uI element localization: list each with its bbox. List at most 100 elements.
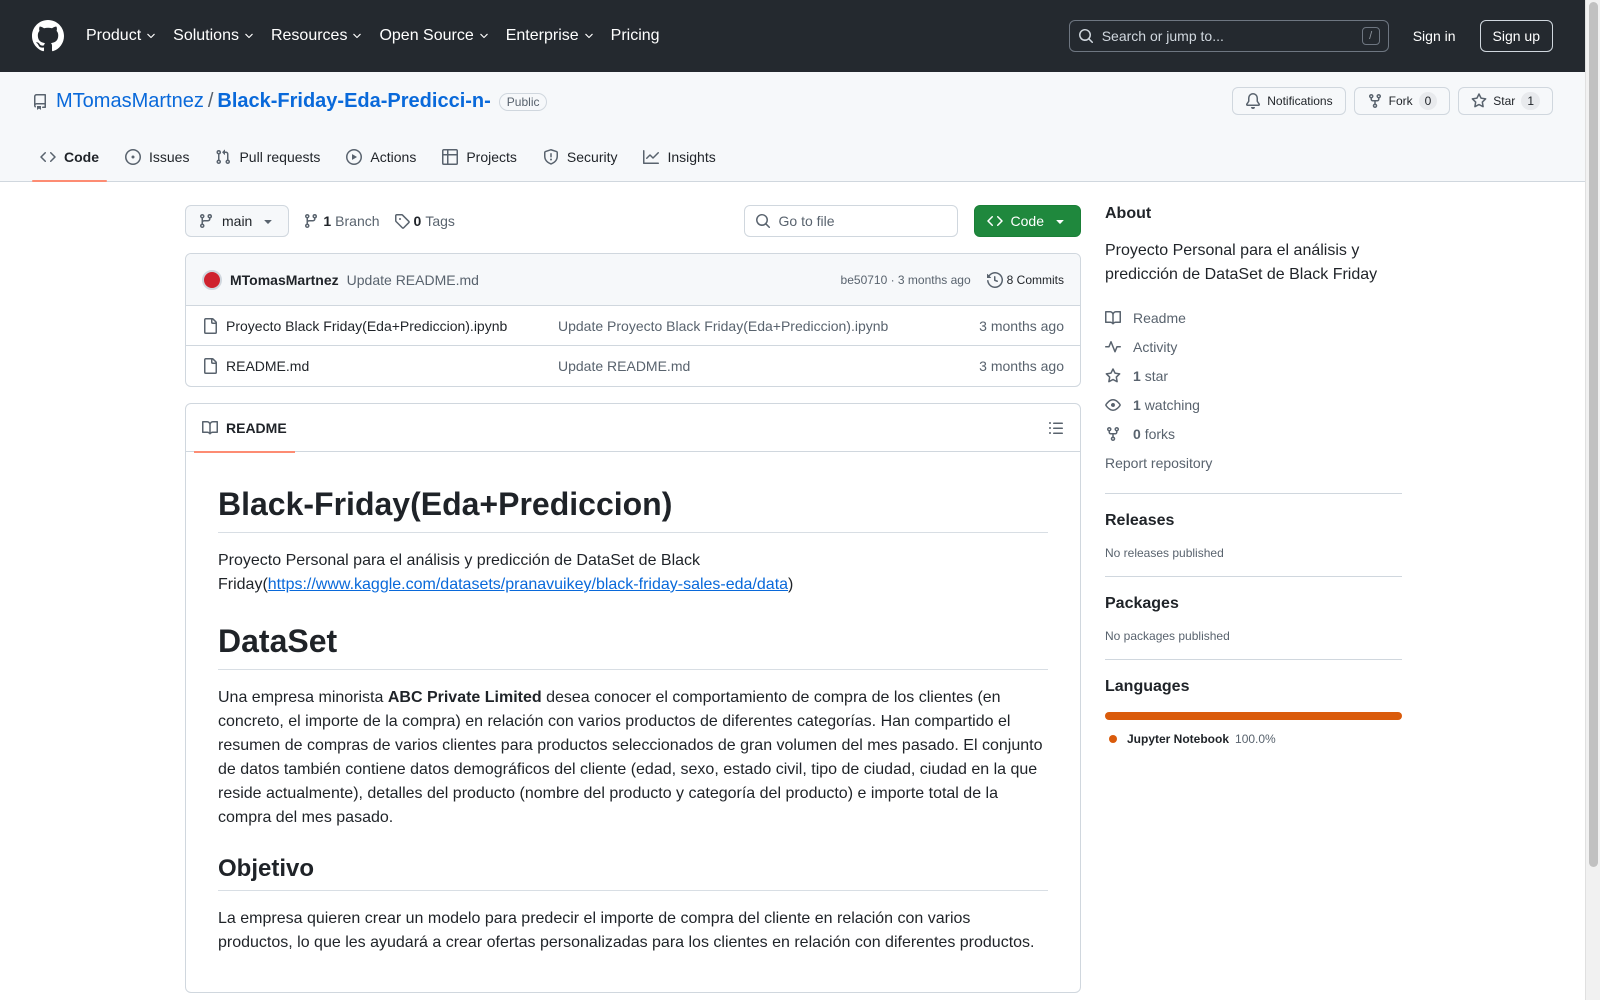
- repo-owner-link[interactable]: MTomasMartnez: [56, 90, 204, 113]
- readme-tab-label: README: [226, 419, 287, 436]
- file-commit-message[interactable]: Update README.md: [558, 358, 979, 374]
- code-dropdown-button[interactable]: Code: [973, 205, 1081, 237]
- file-row[interactable]: README.md Update README.md 3 months ago: [186, 346, 1080, 386]
- language-percent: 100.0%: [1235, 732, 1276, 746]
- nav-enterprise[interactable]: Enterprise: [506, 27, 595, 45]
- fork-label: Fork: [1388, 94, 1413, 108]
- file-name[interactable]: README.md: [226, 358, 558, 374]
- search-input[interactable]: Search or jump to... /: [1068, 20, 1389, 52]
- bell-icon: [1246, 93, 1261, 109]
- file-name[interactable]: Proyecto Black Friday(Eda+Prediccion).ip…: [226, 318, 558, 334]
- nav-resources[interactable]: Resources: [271, 27, 363, 45]
- stars-label: star: [1144, 367, 1169, 384]
- report-repository-link[interactable]: Report repository: [1105, 448, 1402, 477]
- branches-link[interactable]: 1 Branch: [303, 213, 380, 229]
- releases-title[interactable]: Releases: [1105, 512, 1402, 530]
- avatar[interactable]: [202, 269, 222, 290]
- nav-pricing[interactable]: Pricing: [611, 27, 660, 45]
- stars-link[interactable]: 1 star: [1105, 361, 1402, 390]
- search-icon: [755, 214, 770, 229]
- tag-count: 0: [413, 213, 422, 229]
- nav-solutions[interactable]: Solutions: [173, 27, 255, 45]
- tab-issues-label: Issues: [149, 149, 190, 165]
- commits-history-link[interactable]: 8 Commits: [986, 271, 1064, 288]
- github-logo-icon[interactable]: [32, 20, 64, 52]
- issue-icon: [125, 149, 141, 165]
- language-item[interactable]: Jupyter Notebook 100.0%: [1105, 732, 1402, 746]
- star-button[interactable]: Star 1: [1458, 87, 1553, 115]
- shield-icon: [543, 149, 558, 165]
- file-listing: MTomasMartnez Update README.md be50710 ·…: [185, 253, 1081, 387]
- forks-count: 0: [1133, 425, 1141, 442]
- fork-button[interactable]: Fork 0: [1353, 87, 1451, 115]
- notifications-button[interactable]: Notifications: [1232, 87, 1346, 115]
- nav-pricing-label: Pricing: [610, 27, 660, 44]
- chevron-down-icon: [584, 33, 593, 39]
- about-title: About: [1105, 205, 1152, 222]
- tab-code-label: Code: [64, 149, 99, 165]
- nav-product[interactable]: Product: [86, 27, 157, 45]
- fork-icon: [1107, 426, 1119, 441]
- tab-pull-requests[interactable]: Pull requests: [207, 133, 328, 181]
- scrollbar-thumb[interactable]: [1589, 2, 1598, 867]
- go-to-file-placeholder: Go to file: [778, 213, 835, 229]
- readme-link-label: Readme: [1133, 309, 1186, 326]
- readme-title: Black-Friday(Eda+Prediccion): [218, 484, 1048, 533]
- page-scrollbar[interactable]: [1585, 0, 1600, 1000]
- tags-link[interactable]: 0 Tags: [394, 213, 455, 229]
- language-bar: [1105, 712, 1402, 720]
- kaggle-dataset-link[interactable]: https://www.kaggle.com/datasets/pranavui…: [268, 576, 788, 593]
- activity-link[interactable]: Activity: [1105, 332, 1402, 361]
- tab-insights[interactable]: Insights: [635, 133, 723, 181]
- commits-count-label: 8 Commits: [1006, 272, 1064, 287]
- tab-security[interactable]: Security: [535, 133, 626, 181]
- sign-up-button[interactable]: Sign up: [1479, 20, 1553, 52]
- branch-label: Branch: [335, 213, 380, 229]
- readme-tab[interactable]: README: [194, 404, 295, 453]
- repo-title: MTomasMartnez / Black-Friday-Eda-Predicc…: [32, 90, 548, 113]
- branch-name: main: [222, 213, 253, 229]
- outline-button[interactable]: [1040, 412, 1072, 444]
- main-nav: Product Solutions Resources Open Source …: [86, 27, 676, 45]
- file-row[interactable]: Proyecto Black Friday(Eda+Prediccion).ip…: [186, 306, 1080, 346]
- releases-empty: No releases published: [1105, 546, 1224, 560]
- packages-title[interactable]: Packages: [1105, 595, 1402, 613]
- nav-open-source[interactable]: Open Source: [379, 27, 489, 45]
- file-commit-message[interactable]: Update Proyecto Black Friday(Eda+Predicc…: [558, 318, 979, 334]
- repo-tabs: Code Issues Pull requests Actions Projec…: [32, 133, 734, 182]
- tab-actions[interactable]: Actions: [338, 133, 424, 181]
- branch-selector[interactable]: main: [185, 205, 290, 237]
- repo-sidebar: About Proyecto Personal para el análisis…: [1105, 205, 1402, 746]
- eye-icon: [1105, 398, 1121, 411]
- tab-projects[interactable]: Projects: [434, 133, 525, 181]
- caret-down-icon: [264, 220, 273, 224]
- company-name: ABC Private Limited: [387, 689, 542, 706]
- tab-issues[interactable]: Issues: [117, 133, 197, 181]
- watchers-link[interactable]: 1 watching: [1105, 390, 1402, 419]
- chevron-down-icon: [245, 33, 253, 39]
- graph-icon: [643, 150, 660, 164]
- go-to-file-input[interactable]: Go to file: [743, 205, 958, 237]
- tab-insights-label: Insights: [667, 149, 716, 165]
- readme-header: README: [186, 404, 1080, 453]
- about-description: Proyecto Personal para el análisis y pre…: [1105, 242, 1378, 283]
- branch-icon: [199, 214, 212, 229]
- chevron-down-icon: [353, 33, 362, 39]
- star-icon: [1105, 367, 1121, 382]
- table-icon: [442, 149, 459, 165]
- languages-title: Languages: [1105, 678, 1190, 695]
- chevron-down-icon: [479, 33, 488, 39]
- branch-count: 1: [323, 213, 332, 229]
- objetivo-heading: Objetivo: [218, 854, 1048, 891]
- history-icon: [986, 271, 1003, 288]
- commit-author[interactable]: MTomasMartnez: [230, 272, 339, 288]
- watching-label: watching: [1144, 396, 1200, 413]
- readme-link[interactable]: Readme: [1105, 303, 1402, 332]
- commit-message[interactable]: Update README.md: [347, 272, 479, 288]
- sign-in-link[interactable]: Sign in: [1413, 28, 1456, 44]
- forks-link[interactable]: 0 forks: [1105, 419, 1402, 448]
- latest-commit-row: MTomasMartnez Update README.md be50710 ·…: [186, 254, 1080, 306]
- chevron-down-icon: [147, 33, 155, 39]
- tab-code[interactable]: Code: [32, 133, 107, 182]
- repo-name-link[interactable]: Black-Friday-Eda-Predicci-n-: [217, 90, 490, 113]
